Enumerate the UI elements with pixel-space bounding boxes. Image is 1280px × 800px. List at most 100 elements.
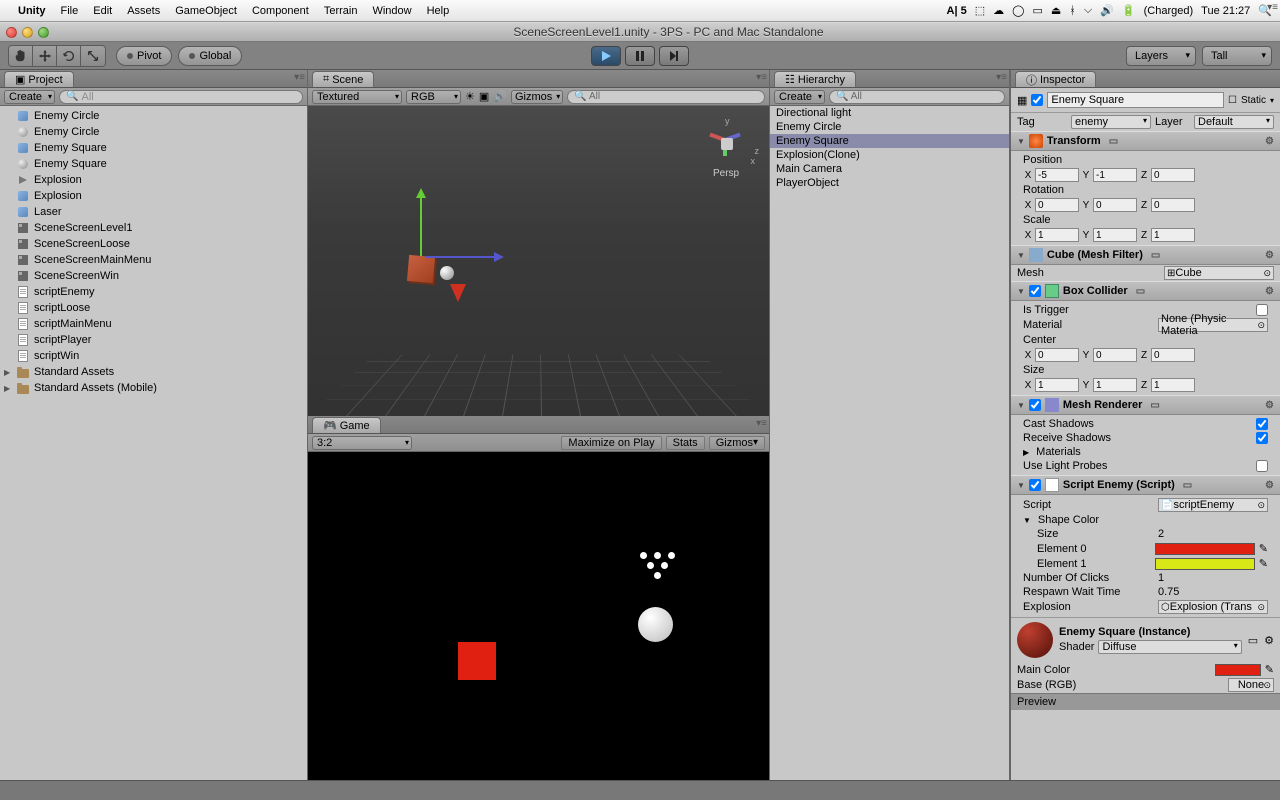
explosion-field[interactable]: ⬡ Explosion (Trans [1158, 600, 1268, 614]
close-button[interactable] [6, 27, 17, 38]
box-collider-header[interactable]: ▼ Box Collider ▭⚙ [1011, 281, 1280, 301]
sync-icon[interactable]: ◯ [1012, 4, 1024, 17]
menu-edit[interactable]: Edit [93, 5, 112, 17]
pause-button[interactable] [625, 46, 655, 66]
scene-explosion[interactable] [450, 284, 466, 302]
size-y[interactable] [1093, 378, 1137, 392]
hierarchy-item-enemy-square[interactable]: Enemy Square [770, 134, 1009, 148]
layers-dropdown[interactable]: Layers [1126, 46, 1196, 66]
hierarchy-search-input[interactable]: 🔍 All [829, 90, 1005, 104]
help-icon[interactable]: ▭ [1150, 400, 1159, 411]
project-item-enemy-circle[interactable]: Enemy Circle [0, 124, 307, 140]
rotate-tool[interactable] [57, 46, 81, 66]
scene-render-dropdown[interactable]: Textured [312, 90, 402, 104]
step-button[interactable] [659, 46, 689, 66]
rot-y[interactable] [1093, 198, 1137, 212]
scale-x[interactable] [1035, 228, 1079, 242]
inspector-tab[interactable]: ⓘInspector [1015, 71, 1096, 87]
help-icon[interactable]: ▭ [1183, 480, 1192, 491]
pos-x[interactable] [1035, 168, 1079, 182]
zoom-button[interactable] [38, 27, 49, 38]
scene-tab[interactable]: ⌗Scene [312, 71, 374, 87]
panel-options-icon[interactable]: ▾≡ [1267, 2, 1278, 13]
menu-assets[interactable]: Assets [127, 5, 160, 17]
transform-header[interactable]: ▼ Transform ▭⚙ [1011, 131, 1280, 151]
meshrenderer-enable[interactable] [1029, 399, 1041, 411]
cloud-icon[interactable]: ☁ [993, 4, 1004, 17]
script-enemy-header[interactable]: ▼ Script Enemy (Script) ▭⚙ [1011, 475, 1280, 495]
material-header[interactable]: Enemy Square (Instance) Shader Diffuse ▭… [1011, 617, 1280, 662]
active-checkbox[interactable] [1031, 94, 1043, 106]
menu-component[interactable]: Component [252, 5, 309, 17]
minimize-button[interactable] [22, 27, 33, 38]
preview-header[interactable]: Preview [1011, 693, 1280, 710]
project-create-dropdown[interactable]: Create [4, 90, 55, 104]
help-icon[interactable]: ▭ [1109, 136, 1118, 147]
project-search-input[interactable]: 🔍 All [59, 90, 303, 104]
menu-app[interactable]: Unity [18, 5, 46, 17]
volume-icon[interactable]: 🔊 [1100, 4, 1114, 17]
boxcollider-enable[interactable] [1029, 285, 1041, 297]
hierarchy-item-explosion-clone-[interactable]: Explosion(Clone) [770, 148, 1009, 162]
light-probes-checkbox[interactable] [1256, 460, 1268, 472]
script-field[interactable]: 📄 scriptEnemy [1158, 498, 1268, 512]
mesh-field[interactable]: ⊞ Cube [1164, 266, 1274, 280]
panel-options-icon[interactable]: ▾≡ [294, 72, 305, 83]
help-icon[interactable]: ▭ [1151, 250, 1160, 261]
hierarchy-item-directional-light[interactable]: Directional light [770, 106, 1009, 120]
project-item-enemy-square[interactable]: Enemy Square [0, 140, 307, 156]
project-item-scenescreenloose[interactable]: SceneScreenLoose [0, 236, 307, 252]
project-item-scenescreenlevel1[interactable]: SceneScreenLevel1 [0, 220, 307, 236]
project-item-enemy-square[interactable]: Enemy Square [0, 156, 307, 172]
project-tab[interactable]: ▣ Project [4, 71, 74, 87]
menu-file[interactable]: File [61, 5, 79, 17]
adobe-icon[interactable]: A| 5 [947, 5, 967, 17]
project-item-standard-assets[interactable]: ▶Standard Assets [0, 364, 307, 380]
hierarchy-item-enemy-circle[interactable]: Enemy Circle [770, 120, 1009, 134]
project-item-laser[interactable]: Laser [0, 204, 307, 220]
base-texture-field[interactable]: None [1228, 678, 1274, 692]
layout-dropdown[interactable]: Tall [1202, 46, 1272, 66]
move-gizmo-x[interactable] [426, 256, 496, 258]
project-item-scenescreenmainmenu[interactable]: SceneScreenMainMenu [0, 252, 307, 268]
help-icon[interactable]: ▭ [1136, 286, 1145, 297]
main-color-swatch[interactable] [1215, 664, 1261, 676]
project-item-explosion[interactable]: Explosion [0, 188, 307, 204]
stats-toggle[interactable]: Stats [666, 436, 705, 450]
move-tool[interactable] [33, 46, 57, 66]
project-item-scriptloose[interactable]: scriptLoose [0, 300, 307, 316]
gear-icon[interactable]: ⚙ [1265, 250, 1274, 261]
gear-icon[interactable]: ⚙ [1265, 400, 1274, 411]
mesh-filter-header[interactable]: ▼ Cube (Mesh Filter) ▭⚙ [1011, 245, 1280, 265]
scene-enemy-square[interactable] [407, 255, 435, 283]
tag-dropdown[interactable]: enemy [1071, 115, 1151, 129]
battery-icon[interactable]: 🔋 [1122, 4, 1136, 17]
menu-window[interactable]: Window [372, 5, 411, 17]
game-gizmos-dropdown[interactable]: Gizmos ▾ [709, 436, 765, 450]
mesh-renderer-header[interactable]: ▼ Mesh Renderer ▭⚙ [1011, 395, 1280, 415]
physic-material-field[interactable]: None (Physic Materia [1158, 318, 1268, 332]
rot-z[interactable] [1151, 198, 1195, 212]
hierarchy-item-main-camera[interactable]: Main Camera [770, 162, 1009, 176]
game-aspect-dropdown[interactable]: 3:2 [312, 436, 412, 450]
move-gizmo-y[interactable] [420, 196, 422, 256]
project-item-standard-assets-mobile-[interactable]: ▶Standard Assets (Mobile) [0, 380, 307, 396]
dropbox-icon[interactable]: ⬚ [975, 4, 985, 17]
shader-dropdown[interactable]: Diffuse [1098, 640, 1241, 654]
project-item-scriptmainmenu[interactable]: scriptMainMenu [0, 316, 307, 332]
rot-x[interactable] [1035, 198, 1079, 212]
project-item-scriptwin[interactable]: scriptWin [0, 348, 307, 364]
scene-light-icon[interactable]: ☀ [465, 90, 475, 103]
eyedropper-icon[interactable]: ✎ [1259, 542, 1268, 555]
hand-tool[interactable] [9, 46, 33, 66]
menu-terrain[interactable]: Terrain [324, 5, 358, 17]
gear-icon[interactable]: ⚙ [1265, 480, 1274, 491]
menu-help[interactable]: Help [427, 5, 450, 17]
pos-z[interactable] [1151, 168, 1195, 182]
maximize-toggle[interactable]: Maximize on Play [561, 436, 661, 450]
scene-audio-icon[interactable]: 🔊 [493, 90, 507, 103]
size-z[interactable] [1151, 378, 1195, 392]
gear-icon[interactable]: ⚙ [1264, 634, 1274, 647]
game-viewport[interactable] [308, 452, 769, 780]
script-enable[interactable] [1029, 479, 1041, 491]
